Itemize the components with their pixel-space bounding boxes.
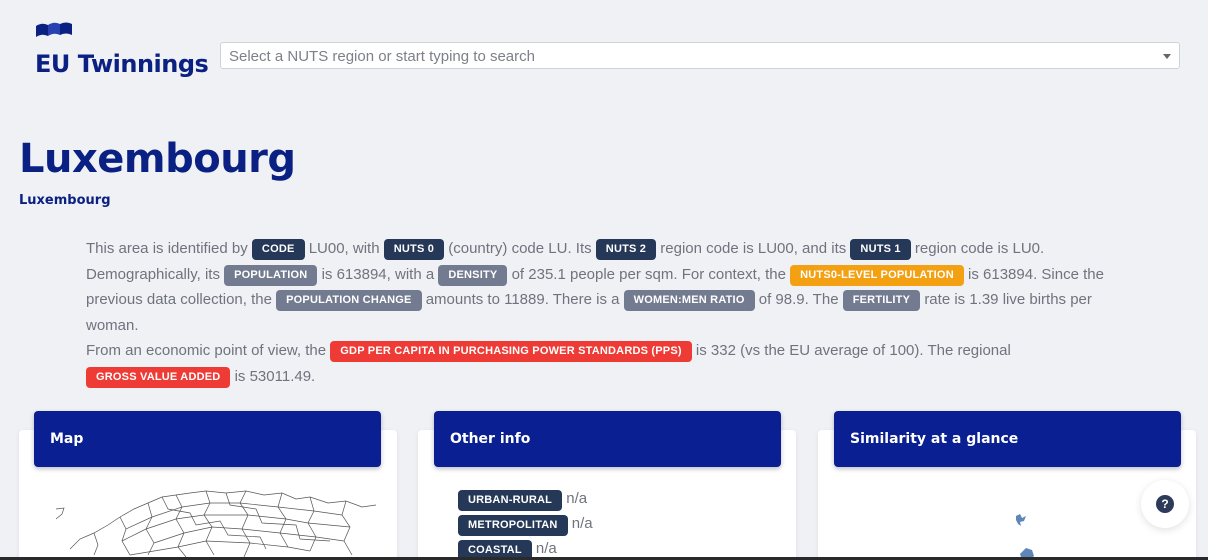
nuts0-badge[interactable]: NUTS 0 xyxy=(383,239,445,260)
metropolitan-value: n/a xyxy=(571,515,593,532)
population-change-badge[interactable]: POPULATION CHANGE xyxy=(276,290,422,311)
other-info-card-header: Other info xyxy=(434,411,781,467)
desc-line: GROSS VALUE ADDED is 53011.49. xyxy=(86,364,1126,390)
desc-text: is 613894. Since the xyxy=(968,265,1104,283)
desc-text: From an economic point of view, the xyxy=(86,342,327,359)
urban-rural-badge[interactable]: URBAN-RURAL xyxy=(458,490,563,511)
desc-text: of 98.9. The xyxy=(758,291,839,308)
fertility-badge[interactable]: FERTILITY xyxy=(842,290,921,311)
similarity-graph[interactable] xyxy=(1010,510,1040,560)
desc-text: region code is LU00, and its xyxy=(660,240,847,257)
nuts2-badge[interactable]: NUTS 2 xyxy=(595,239,657,260)
desc-text: Demographically, its xyxy=(86,265,220,283)
map-card-header: Map xyxy=(34,411,381,467)
map-card-title: Map xyxy=(50,431,84,447)
desc-text: (country) code LU. Its xyxy=(448,240,592,257)
gdp-pps-badge[interactable]: GDP PER CAPITA IN PURCHASING POWER STAND… xyxy=(330,341,692,362)
region-map[interactable] xyxy=(50,489,380,559)
region-description: This area is identified by CODE LU00, wi… xyxy=(86,236,1126,389)
desc-text: is 613894, with a xyxy=(321,265,435,283)
desc-text: woman. xyxy=(86,316,139,334)
region-title: Luxembourg xyxy=(19,136,296,182)
desc-text: LU00, with xyxy=(308,240,380,257)
desc-line: Demographically, its POPULATION is 61389… xyxy=(86,262,1126,288)
desc-line: previous data collection, the POPULATION… xyxy=(86,287,1126,313)
urban-rural-value: n/a xyxy=(566,490,588,507)
desc-line: From an economic point of view, the GDP … xyxy=(86,338,1126,364)
population-badge[interactable]: POPULATION xyxy=(224,264,318,286)
desc-text: This area is identified by xyxy=(86,240,248,257)
help-icon: ? xyxy=(1156,495,1174,513)
help-button[interactable]: ? xyxy=(1141,480,1189,528)
desc-text: region code is LU0. xyxy=(914,240,1045,257)
info-urban-rural: URBAN-RURAL n/a xyxy=(458,490,593,515)
desc-text: is 332 (vs the EU average of 100). The r… xyxy=(695,342,1011,359)
nuts0-population-badge[interactable]: NUTS0-LEVEL POPULATION xyxy=(790,264,964,286)
other-info-list: URBAN-RURAL n/a METROPOLITAN n/a COASTAL… xyxy=(458,490,593,560)
nuts1-badge[interactable]: NUTS 1 xyxy=(850,239,911,260)
logo-flags-icon xyxy=(36,22,72,37)
desc-text: rate is 1.39 live births per xyxy=(924,291,1092,308)
app-logo[interactable]: EU Twinnings xyxy=(34,20,214,82)
desc-text: amounts to 11889. There is a xyxy=(425,291,620,308)
code-badge[interactable]: CODE xyxy=(251,239,305,260)
logo-text: EU Twinnings xyxy=(35,50,209,78)
coastal-value: n/a xyxy=(535,540,557,557)
similarity-card-header: Similarity at a glance xyxy=(834,411,1181,467)
desc-text: is 53011.49. xyxy=(234,367,316,385)
region-country: Luxembourg xyxy=(19,193,111,208)
desc-text: of 235.1 people per sqm. For context, th… xyxy=(511,265,786,283)
other-info-card-title: Other info xyxy=(450,431,531,447)
similarity-card-title: Similarity at a glance xyxy=(850,431,1019,447)
desc-line: This area is identified by CODE LU00, wi… xyxy=(86,236,1126,262)
search-placeholder: Select a NUTS region or start typing to … xyxy=(229,48,535,65)
gross-value-added-badge[interactable]: GROSS VALUE ADDED xyxy=(86,366,231,388)
women-men-ratio-badge[interactable]: WOMEN:MEN RATIO xyxy=(623,290,755,311)
dropdown-caret-icon[interactable] xyxy=(1163,54,1171,59)
desc-line: woman. xyxy=(86,313,1126,339)
desc-text: previous data collection, the xyxy=(86,291,272,308)
metropolitan-badge[interactable]: METROPOLITAN xyxy=(458,515,568,536)
region-search-select[interactable]: Select a NUTS region or start typing to … xyxy=(220,42,1180,69)
info-metropolitan: METROPOLITAN n/a xyxy=(458,515,593,540)
density-badge[interactable]: DENSITY xyxy=(438,264,508,286)
